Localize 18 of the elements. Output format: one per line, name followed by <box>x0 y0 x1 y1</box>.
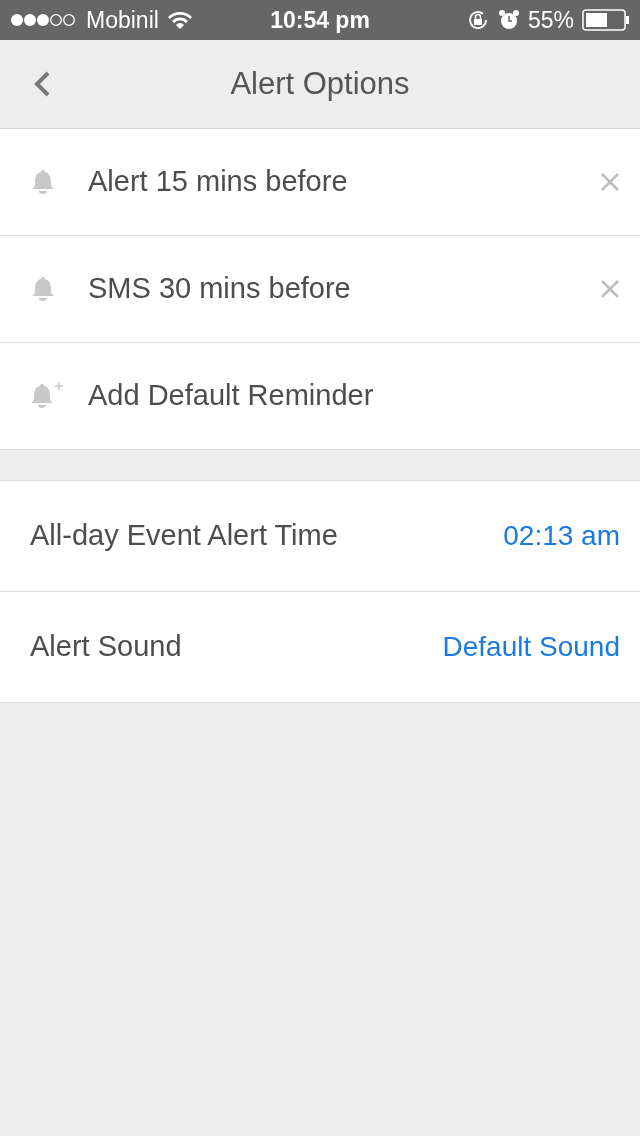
reminder-label: Alert 15 mins before <box>88 164 348 200</box>
setting-label: All-day Event Alert Time <box>30 518 338 554</box>
wifi-icon <box>166 10 193 30</box>
battery-icon <box>582 9 630 31</box>
screen-title: Alert Options <box>230 65 410 101</box>
reminder-label: SMS 30 mins before <box>88 271 351 307</box>
alarm-icon <box>497 9 520 31</box>
add-reminder-link[interactable]: Add Default Reminder <box>88 374 374 418</box>
setting-value[interactable]: Default Sound <box>442 626 620 668</box>
close-icon[interactable] <box>600 279 620 299</box>
close-icon[interactable] <box>600 172 620 192</box>
setting-value[interactable]: 02:13 am <box>503 515 620 557</box>
setting-label: Alert Sound <box>30 629 182 665</box>
signal-icon <box>10 13 78 27</box>
carrier-name: Mobinil <box>86 5 159 35</box>
back-icon[interactable] <box>32 70 52 98</box>
battery-percent: 55% <box>527 5 574 35</box>
clock-time: 10:54 pm <box>270 6 370 33</box>
